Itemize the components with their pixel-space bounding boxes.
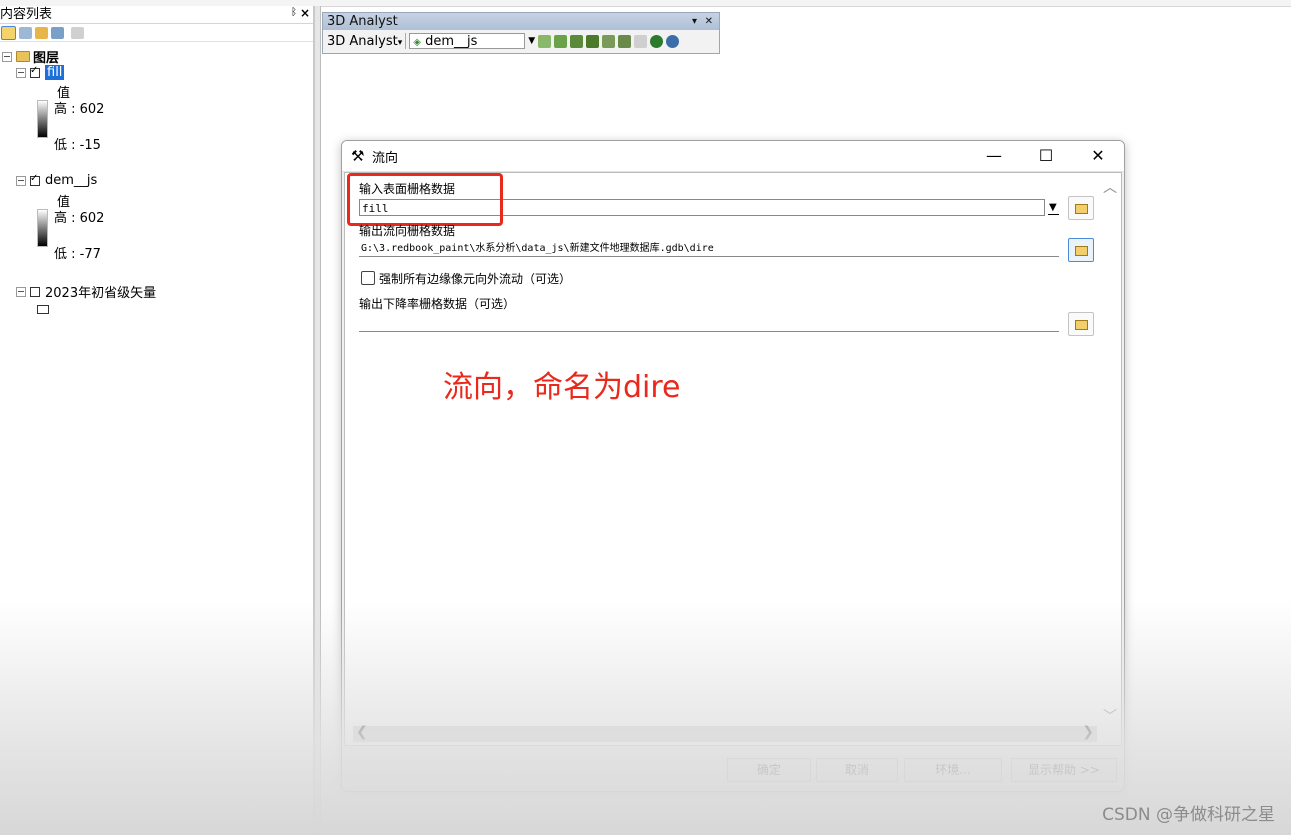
folder-icon [1075, 204, 1088, 214]
toolbar-dropdown-icon[interactable]: ▾ [692, 13, 697, 30]
toolbar-row: 3D Analyst▾ ◈ dem__js ▼ [323, 30, 719, 52]
layer-combo-value: dem__js [425, 34, 478, 49]
menu-label: 3D Analyst [327, 33, 398, 49]
drop-raster-field[interactable] [359, 315, 1059, 332]
layer-visibility-checkbox[interactable] [30, 286, 40, 297]
toc-header: 内容列表 ᛒ × [0, 6, 313, 24]
cancel-button[interactable]: 取消 [816, 758, 898, 782]
legend-high: 高 : 602 [54, 211, 105, 226]
layer-dem-js[interactable]: dem__js [16, 172, 97, 188]
horizontal-scrollbar[interactable]: ❮ ❯ [353, 724, 1097, 742]
combo-arrow-icon[interactable]: ▼ [528, 36, 535, 46]
scroll-right-icon[interactable]: ❯ [1082, 724, 1094, 740]
minimize-button[interactable]: — [974, 144, 1014, 168]
layer-name[interactable]: dem__js [45, 173, 97, 188]
flow-direction-dialog: ⚒ 流向 — ☐ ✕ ︿ ﹀ 输入表面栅格数据 fill ▼ 输出流向栅格数据 … [341, 140, 1125, 792]
list-by-source-icon[interactable] [19, 26, 32, 39]
close-icon[interactable]: × [300, 6, 310, 20]
output-raster-label: 输出流向栅格数据 [359, 224, 456, 238]
3d-analyst-menu[interactable]: 3D Analyst▾ [327, 34, 402, 49]
legend-low: 低 : -15 [54, 138, 101, 153]
toc-title: 内容列表 [0, 7, 53, 22]
scroll-left-icon[interactable]: ❮ [356, 724, 368, 740]
layer-province-vector[interactable]: 2023年初省级矢量 [16, 282, 156, 301]
contour-icon[interactable] [538, 34, 552, 48]
dropdown-arrow-icon[interactable]: ▼ [1049, 202, 1057, 213]
interpolate-polygon-icon[interactable] [618, 34, 632, 48]
layer-visibility-checkbox[interactable] [30, 64, 40, 78]
layer-visibility-checkbox[interactable] [30, 172, 40, 186]
drop-raster-label: 输出下降率栅格数据（可选） [359, 297, 516, 311]
interpolate-line-icon[interactable] [602, 34, 616, 48]
table-of-contents-panel: 内容列表 ᛒ × 图层 fill 值 高 : 602 低 : -15 dem__… [0, 6, 313, 835]
profile-graph-icon[interactable] [634, 34, 648, 48]
map-border [320, 6, 321, 835]
collapse-icon[interactable] [16, 175, 26, 186]
ok-button[interactable]: 确定 [727, 758, 811, 782]
color-ramp [37, 100, 48, 138]
separator [405, 33, 407, 49]
environments-button[interactable]: 环境... [904, 758, 1002, 782]
annotation-text: 流向，命名为dire [443, 370, 681, 405]
show-help-button[interactable]: 显示帮助 >> [1011, 758, 1117, 782]
legend-high: 高 : 602 [54, 102, 105, 117]
input-browse-button[interactable] [1068, 196, 1094, 220]
scroll-down-icon[interactable]: ﹀ [1103, 706, 1117, 726]
maximize-button[interactable]: ☐ [1026, 144, 1066, 168]
dialog-title: 流向 [372, 151, 399, 166]
output-raster-field[interactable]: G:\3.redbook_paint\水系分析\data_js\新建文件地理数据… [359, 240, 1059, 257]
steepest-path-icon[interactable] [554, 34, 568, 48]
collapse-icon[interactable] [2, 51, 12, 62]
interpolate-point-icon[interactable] [586, 34, 600, 48]
color-ramp [37, 209, 48, 247]
dropdown-underline [1048, 214, 1059, 215]
toolbar-title: 3D Analyst [327, 14, 398, 29]
drop-browse-button[interactable] [1068, 312, 1094, 336]
folder-icon [1075, 246, 1088, 256]
collapse-icon[interactable] [16, 67, 26, 78]
highlight-box [347, 173, 503, 226]
layer-fill[interactable]: fill [16, 64, 65, 80]
toolbar-close-icon[interactable]: ✕ [705, 13, 713, 30]
polygon-symbol-icon [37, 305, 49, 314]
hammer-icon: ⚒ [351, 147, 365, 165]
raster-layer-icon: ◈ [413, 37, 421, 48]
layers-folder-icon [16, 51, 30, 62]
arcscene-icon[interactable] [650, 34, 664, 48]
layer-name[interactable]: fill [45, 65, 65, 80]
force-edge-label: 强制所有边缘像元向外流动（可选） [379, 272, 572, 286]
toolbar-title-bar[interactable]: 3D Analyst ▾ ✕ [323, 13, 719, 30]
force-edge-checkbox[interactable] [361, 271, 375, 285]
pin-icon[interactable]: ᛒ [291, 7, 297, 18]
layer-name[interactable]: 2023年初省级矢量 [45, 282, 156, 301]
legend-low: 低 : -77 [54, 247, 101, 262]
toc-toolbar [0, 24, 313, 42]
3d-analyst-toolbar: 3D Analyst ▾ ✕ 3D Analyst▾ ◈ dem__js ▼ [322, 12, 720, 54]
line-of-sight-icon[interactable] [570, 34, 584, 48]
close-button[interactable]: ✕ [1078, 144, 1118, 168]
list-by-selection-icon[interactable] [51, 26, 64, 39]
list-by-drawing-order-icon[interactable] [1, 25, 16, 40]
scroll-up-icon[interactable]: ︿ [1103, 177, 1117, 197]
list-by-visibility-icon[interactable] [35, 26, 48, 39]
watermark: CSDN @争做科研之星 [1102, 805, 1275, 825]
dialog-body: ︿ ﹀ 输入表面栅格数据 fill ▼ 输出流向栅格数据 G:\3.redboo… [344, 172, 1122, 746]
dialog-title-bar[interactable]: ⚒ 流向 — ☐ ✕ [342, 141, 1124, 172]
options-icon[interactable] [71, 26, 84, 39]
output-browse-button[interactable] [1068, 238, 1094, 262]
layer-combo[interactable]: ◈ dem__js [409, 33, 526, 49]
arcglobe-icon[interactable] [666, 34, 680, 48]
collapse-icon[interactable] [16, 286, 26, 297]
folder-icon [1075, 320, 1088, 330]
